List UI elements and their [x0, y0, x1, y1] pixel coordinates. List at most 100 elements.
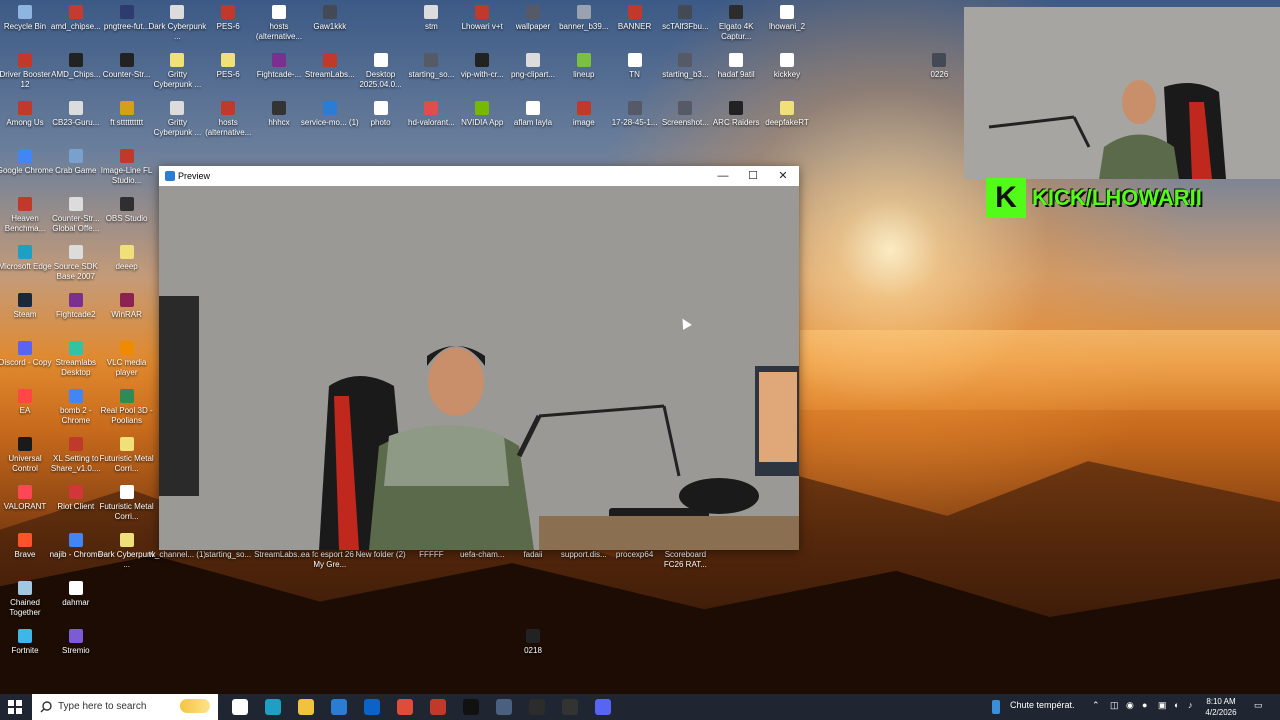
tray-icon-1[interactable]: ◫	[1110, 700, 1119, 711]
desktop-icon[interactable]: VLC media player	[97, 341, 157, 378]
desktop-icon-label: dahmar	[62, 598, 90, 607]
webcam-overlay	[964, 7, 1280, 179]
outlook-icon[interactable]	[364, 699, 380, 715]
desktop-icon-glyph	[18, 533, 32, 547]
desktop-icon[interactable]: Futuristic Metal Corri...	[97, 437, 157, 474]
desktop-icon-glyph	[627, 5, 642, 19]
desktop-icon-glyph	[576, 53, 591, 67]
preview-app-icon	[165, 171, 175, 181]
maximize-button[interactable]: ☐	[738, 166, 768, 186]
weather-icon	[992, 700, 1000, 714]
desktop-icon[interactable]: 0218	[503, 629, 563, 656]
desktop-icon-glyph	[68, 437, 83, 451]
volume-icon[interactable]: ♪	[1188, 700, 1193, 710]
desktop-icon[interactable]: deeep	[97, 245, 157, 272]
desktop-icon-glyph	[18, 389, 32, 403]
desktop-icon[interactable]: Gaw1kkk	[300, 5, 360, 32]
desktop-icon-glyph	[170, 53, 185, 67]
desktop-icon-glyph	[119, 5, 134, 19]
desktop-icon-glyph	[68, 53, 83, 67]
preview-window[interactable]: Preview — ☐ ✕	[159, 166, 799, 550]
desktop-icon-glyph	[68, 629, 83, 643]
desktop-icon[interactable]: OBS Studio	[97, 197, 157, 224]
desktop-icon[interactable]: WinRAR	[97, 293, 157, 320]
terminal-icon[interactable]	[463, 699, 479, 715]
desktop-icon-label: kickkey	[773, 70, 801, 79]
desktop-icon-glyph	[18, 5, 32, 19]
desktop-icon-glyph	[18, 485, 32, 499]
desktop-icon-glyph	[119, 245, 134, 259]
desktop-icon[interactable]: Image-Line FL Studio...	[97, 149, 157, 186]
desktop-icon-glyph	[68, 5, 83, 19]
desktop-icon-glyph	[373, 101, 388, 115]
desktop-icon-glyph	[68, 485, 83, 499]
clock-date: 4/2/2026	[1205, 708, 1237, 717]
desktop-icon-glyph	[475, 101, 490, 115]
desktop-icon-glyph	[18, 341, 32, 355]
kick-channel-banner: K KICK/LHOWARII	[986, 178, 1266, 218]
desktop-icon-glyph	[780, 101, 794, 115]
microphone-icon[interactable]: ●	[1142, 700, 1147, 710]
desktop-icon-glyph	[373, 53, 388, 67]
tray-overflow-icon[interactable]: ⌃	[1092, 700, 1100, 711]
desktop-icon-glyph	[119, 293, 134, 307]
kick-logo-icon: K	[986, 178, 1026, 218]
desktop-icon[interactable]: Stremio	[46, 629, 106, 656]
taskbar-clock[interactable]: 8:10 AM 4/2/2026	[1200, 696, 1242, 718]
taskbar-search-box[interactable]: Type here to search	[32, 694, 218, 720]
close-button[interactable]: ✕	[768, 166, 798, 186]
tray-icon-2[interactable]: ◉	[1126, 700, 1134, 711]
desktop-icon-glyph	[424, 53, 439, 67]
desktop-icon-label: 0218	[524, 646, 542, 655]
desktop-icon-label: Real Pool 3D - Poolians	[100, 406, 153, 425]
desktop-icon[interactable]: kickkey	[757, 53, 817, 80]
desktop-icon-glyph	[18, 437, 32, 451]
desktop-icon[interactable]: Real Pool 3D - Poolians	[97, 389, 157, 426]
desktop-icon[interactable]: 0226	[909, 53, 969, 80]
elgato-4k-icon[interactable]	[529, 699, 545, 715]
steam-icon[interactable]	[562, 699, 578, 715]
desktop-icon-glyph	[18, 293, 32, 307]
edge-icon[interactable]	[265, 699, 281, 715]
desktop-icon-glyph	[526, 101, 540, 115]
desktop-icon-glyph	[576, 101, 591, 115]
preview-app-icon[interactable]	[496, 699, 512, 715]
kick-handle-text: KICK/LHOWARII	[1032, 185, 1202, 210]
desktop-icon-glyph	[272, 53, 286, 67]
tray-icon-3[interactable]: ▣	[1158, 700, 1167, 711]
desktop-icon-glyph	[221, 101, 236, 115]
desktop-icon-glyph	[68, 149, 83, 163]
preview-titlebar[interactable]: Preview — ☐ ✕	[159, 166, 799, 186]
desktop-icon[interactable]: Futuristic Metal Corri...	[97, 485, 157, 522]
task-view-icon[interactable]	[232, 699, 248, 715]
desktop-icon-glyph	[475, 53, 490, 67]
weather-text[interactable]: Chute températ.	[1010, 700, 1075, 710]
windows-start-icon[interactable]	[8, 700, 22, 714]
desktop-icon-glyph	[780, 53, 794, 67]
desktop-icon[interactable]: lhowani_2	[757, 5, 817, 32]
desktop-icon[interactable]: deepfakeRT	[757, 101, 817, 128]
desktop-icon-glyph	[119, 437, 134, 451]
desktop-icon-glyph	[322, 101, 337, 115]
desktop-icon-glyph	[119, 389, 134, 403]
desktop-icon-glyph	[322, 53, 337, 67]
desktop-icon-label: deepfakeRT	[765, 118, 809, 127]
desktop-icon[interactable]: dahmar	[46, 581, 106, 608]
store-icon[interactable]	[331, 699, 347, 715]
notification-icon[interactable]: ▭	[1254, 700, 1263, 711]
chrome-icon[interactable]	[397, 699, 413, 715]
desktop-icon-glyph	[780, 5, 794, 19]
minimize-button[interactable]: —	[708, 166, 738, 186]
network-icon[interactable]: ◐	[1174, 700, 1179, 710]
desktop-icon-glyph	[424, 101, 439, 115]
discord-icon[interactable]	[595, 699, 611, 715]
desktop-icon-glyph	[119, 533, 134, 547]
desktop-icon-glyph	[119, 341, 134, 355]
desktop-icon-glyph	[119, 53, 134, 67]
desktop-icon-label: Scoreboard FC26 RAT...	[663, 550, 707, 569]
file-explorer-icon[interactable]	[298, 699, 314, 715]
desktop-icon-glyph	[526, 629, 540, 643]
obs-icon[interactable]	[430, 699, 446, 715]
desktop-icon-label: Futuristic Metal Corri...	[99, 454, 154, 473]
desktop-icon-label: Image-Line FL Studio...	[100, 166, 153, 185]
